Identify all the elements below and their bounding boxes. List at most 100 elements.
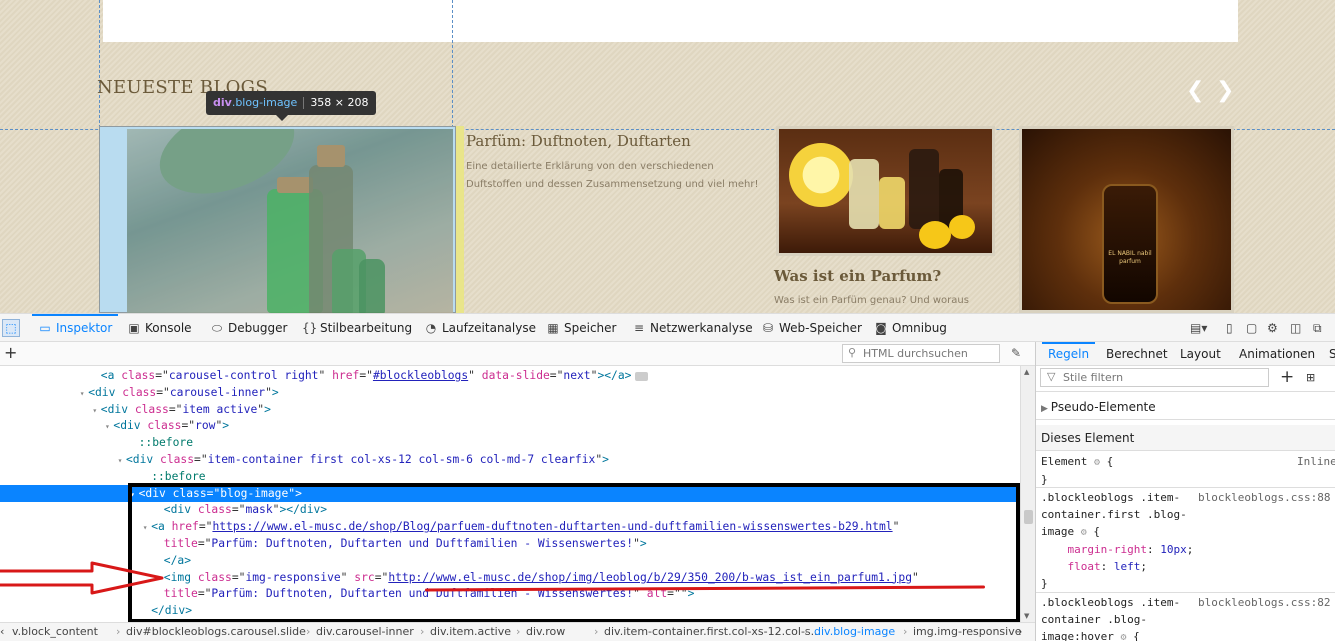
network-icon: ≡ xyxy=(633,321,645,335)
tab-stilbearbeitung[interactable]: {} Stilbearbeitung xyxy=(302,314,412,342)
blog-image-1[interactable] xyxy=(127,129,453,313)
tab-laufzeitanalyse[interactable]: ◔ Laufzeitanalyse xyxy=(424,314,536,342)
scroll-thumb[interactable] xyxy=(1024,510,1033,524)
blog-image-2[interactable] xyxy=(776,126,995,256)
annotation-arrow-icon xyxy=(0,561,164,595)
filter-styles-input[interactable]: ▽ Stile filtern xyxy=(1040,368,1269,387)
breadcrumb-item[interactable]: div#blockleoblogs.carousel.slide xyxy=(126,625,306,638)
tab-regeln[interactable]: Regeln xyxy=(1041,342,1096,366)
breadcrumb-separator-icon: › xyxy=(516,625,521,638)
web-page-viewport: NEUESTE BLOGS ❮ ❯ Parfüm: Duftnoten, Duf… xyxy=(0,0,1335,313)
gear-icon[interactable]: ⚙ xyxy=(1267,321,1278,335)
breadcrumb-scroll-left-icon[interactable]: ‹ xyxy=(0,625,4,638)
tab-animationen[interactable]: Animationen xyxy=(1239,342,1315,366)
tab-speicher[interactable]: ▦ Speicher xyxy=(546,314,616,342)
rule-1-source[interactable]: blockleoblogs.css:88 xyxy=(1198,491,1330,504)
twisty-icon[interactable]: ▾ xyxy=(114,452,126,469)
sidebar-tabs: Regeln Berechnet Layout Animationen S xyxy=(1036,342,1335,366)
markup-node[interactable]: ::before xyxy=(0,468,1020,485)
twisty-icon[interactable]: ▾ xyxy=(101,418,113,435)
add-rule-button[interactable]: + xyxy=(1280,367,1294,387)
markup-node[interactable]: <div class="mask"></div> xyxy=(0,501,1020,518)
breadcrumb-scroll-right-icon[interactable]: › xyxy=(1018,625,1022,638)
css-property[interactable]: margin-right xyxy=(1068,543,1147,556)
carousel-prev-button[interactable]: ❮ xyxy=(1186,78,1204,103)
markup-node-selected[interactable]: ▾ <div class="blog-image"> xyxy=(0,484,1020,503)
vial-shape xyxy=(909,149,939,229)
tab-omnibug[interactable]: ◙ Omnibug xyxy=(874,314,947,342)
separate-window-icon[interactable]: ⧉ xyxy=(1313,321,1322,336)
gear-icon[interactable]: ⚙ xyxy=(1094,454,1100,471)
tab-label: Netzwerkanalyse xyxy=(650,321,753,335)
rule-2-selector-b: container .blog- xyxy=(1041,613,1147,626)
eyedropper-icon[interactable]: ✎ xyxy=(1011,346,1021,360)
rule-2-source[interactable]: blockleoblogs.css:82 xyxy=(1198,596,1330,609)
twisty-icon[interactable]: ▾ xyxy=(127,486,139,503)
dock-side-icon[interactable]: ◫ xyxy=(1290,321,1301,335)
breadcrumb-item[interactable]: div.blog-image xyxy=(814,625,895,638)
carousel-next-button[interactable]: ❯ xyxy=(1216,78,1234,103)
html-search-input[interactable]: ⚲ HTML durchsuchen xyxy=(842,344,1000,363)
twisty-icon[interactable]: ▾ xyxy=(89,402,101,419)
element-source: Inline xyxy=(1297,455,1335,468)
markup-node[interactable]: ::before xyxy=(0,434,1020,451)
tab-berechnet[interactable]: Berechnet xyxy=(1106,342,1168,366)
post-title-1[interactable]: Parfüm: Duftnoten, Duftarten xyxy=(466,132,691,150)
element-rule[interactable]: Element ⚙ { } xyxy=(1041,453,1113,488)
css-property[interactable]: float xyxy=(1068,560,1101,573)
markup-scrollbar[interactable]: ▲ ▼ xyxy=(1020,366,1035,622)
margin-highlight xyxy=(456,126,464,313)
markup-node[interactable]: title="Parfüm: Duftnoten, Duftarten und … xyxy=(0,535,1020,552)
markup-node[interactable]: <a class="carousel-control right" href="… xyxy=(0,367,1020,384)
pseudo-elements-toggle[interactable]: ▶ Pseudo-Elemente xyxy=(1036,394,1335,420)
vial-shape xyxy=(849,159,879,229)
css-value[interactable]: left xyxy=(1114,560,1141,573)
breadcrumb-item[interactable]: div.item.active xyxy=(430,625,511,638)
cork-shape xyxy=(277,177,313,193)
tab-more[interactable]: S xyxy=(1329,342,1335,366)
markup-node[interactable]: ▾ <div class="item active"> xyxy=(0,401,1020,418)
event-badge-icon[interactable] xyxy=(635,371,649,381)
breadcrumb-item[interactable]: div.row xyxy=(526,625,565,638)
markup-toolbar: + ⚲ HTML durchsuchen ✎ xyxy=(0,342,1035,366)
scroll-down-icon[interactable]: ▼ xyxy=(1024,612,1029,620)
tab-netzwerkanalyse[interactable]: ≡ Netzwerkanalyse xyxy=(632,314,753,342)
inspector-icon: ▭ xyxy=(39,321,51,335)
twisty-icon[interactable]: ▾ xyxy=(76,385,88,402)
picker-icon[interactable]: ⬚ xyxy=(2,319,20,337)
twisty-icon[interactable]: ▾ xyxy=(139,519,151,536)
breadcrumb-item[interactable]: img.img-responsive xyxy=(913,625,1022,638)
post-title-2[interactable]: Was ist ein Parfum? xyxy=(774,267,941,285)
vial-shape xyxy=(879,177,905,229)
tab-konsole[interactable]: ▣ Konsole xyxy=(127,314,191,342)
gear-icon[interactable]: ⚙ xyxy=(1120,629,1126,641)
pseudo-class-toggle-icon[interactable]: ⊞ xyxy=(1306,371,1315,384)
markup-node[interactable]: ▾ <div class="item-container first col-xs… xyxy=(0,451,1020,468)
breadcrumb-item[interactable]: v.block_content xyxy=(12,625,98,638)
markup-node[interactable]: ▾ <a href="https://www.el-musc.de/shop/Bl… xyxy=(0,518,1020,535)
pseudo-elements-label: Pseudo-Elemente xyxy=(1050,400,1156,414)
markup-node[interactable]: ▾ <div class="row"> xyxy=(0,417,1020,434)
gear-icon[interactable]: ⚙ xyxy=(1081,524,1087,541)
breadcrumb-item[interactable]: div.item-container.first.col-xs-12.col-s… xyxy=(604,625,821,638)
debugger-icon: ⬭ xyxy=(211,321,223,335)
content-box xyxy=(103,0,1238,42)
rule-1[interactable]: .blockleoblogs .item- container.first .b… xyxy=(1041,489,1193,592)
screenshot-icon[interactable]: ▢ xyxy=(1246,321,1257,335)
tooltip-class: .blog-image xyxy=(231,96,298,109)
rule-2[interactable]: .blockleoblogs .item- container .blog- i… xyxy=(1041,594,1180,641)
blog-image-3[interactable]: EL NABIL nabil parfum xyxy=(1019,126,1234,313)
tooltip-size: 358 × 208 xyxy=(310,96,369,109)
breadcrumb-item[interactable]: div.carousel-inner xyxy=(316,625,414,638)
scroll-up-icon[interactable]: ▲ xyxy=(1024,368,1029,376)
markup-node[interactable]: ▾ <div class="carousel-inner"> xyxy=(0,384,1020,401)
css-value[interactable]: 10px xyxy=(1160,543,1187,556)
markup-node[interactable]: </div> xyxy=(0,602,1020,619)
add-node-button[interactable]: + xyxy=(4,343,17,362)
tab-web-speicher[interactable]: ⛁ Web-Speicher xyxy=(761,314,862,342)
responsive-mode-icon[interactable]: ▯ xyxy=(1226,321,1233,335)
tab-debugger[interactable]: ⬭ Debugger xyxy=(210,314,288,342)
tab-layout[interactable]: Layout xyxy=(1180,342,1221,366)
layout-toggle-icon[interactable]: ▤▾ xyxy=(1190,321,1207,335)
tab-inspektor[interactable]: ▭ Inspektor xyxy=(31,314,119,342)
